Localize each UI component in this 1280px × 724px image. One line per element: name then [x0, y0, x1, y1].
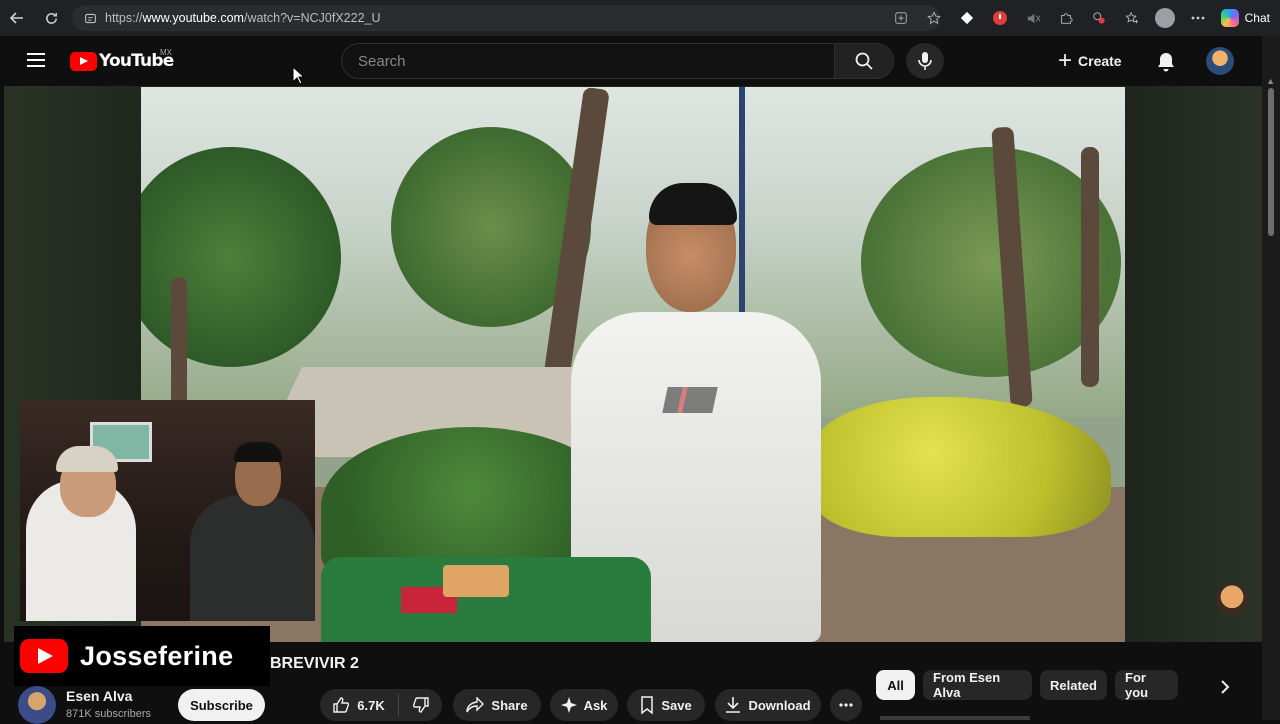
address-bar[interactable]: https://www.youtube.com/watch?v=NCJ0fX22… — [72, 5, 940, 31]
share-button[interactable]: Share — [453, 689, 541, 721]
like-button[interactable]: 6.7K — [332, 696, 385, 714]
app-available-icon[interactable] — [885, 0, 918, 36]
search-icon — [855, 52, 873, 70]
like-dislike-group: 6.7K — [320, 689, 442, 721]
video-person-hair — [649, 183, 737, 225]
like-count: 6.7K — [357, 697, 385, 713]
channel-name[interactable]: Esen Alva — [66, 688, 132, 704]
profile-icon[interactable] — [1149, 0, 1182, 36]
chip-all[interactable]: All — [876, 670, 915, 700]
plus-icon: + — [1058, 47, 1073, 74]
subscribe-button[interactable]: Subscribe — [178, 689, 265, 721]
search-button[interactable] — [834, 43, 894, 79]
url-prefix: https:// — [105, 11, 143, 25]
webcam-person-right-hair — [234, 442, 282, 462]
youtube-header: YouTube MX Search + Create — [0, 36, 1262, 86]
favorite-star-icon[interactable] — [918, 0, 951, 36]
refresh-button[interactable] — [34, 0, 68, 36]
subscriber-count: 871K subscribers — [66, 708, 151, 720]
webcam-overlay — [20, 400, 315, 621]
channel-avatar[interactable] — [18, 686, 56, 724]
copilot-chat-button[interactable]: Chat — [1215, 4, 1280, 32]
youtube-logo[interactable]: YouTube — [70, 51, 174, 71]
download-icon — [726, 697, 741, 713]
share-icon — [466, 697, 485, 713]
favorites-icon[interactable] — [1116, 0, 1149, 36]
country-code: MX — [160, 48, 172, 57]
browser-menu-icon[interactable] — [1182, 0, 1215, 36]
webcam-person-right — [190, 495, 315, 621]
video-title: BREVIVIR 2 — [270, 655, 359, 672]
chevron-right-icon[interactable] — [1210, 672, 1240, 702]
emoji-sticker-icon — [1216, 584, 1248, 616]
video-scene-trunk — [1081, 147, 1099, 387]
ask-label: Ask — [583, 697, 608, 713]
save-label: Save — [661, 697, 692, 713]
dislike-button[interactable] — [412, 696, 430, 714]
video-scene-pole — [739, 87, 745, 317]
thumbs-up-icon — [333, 697, 350, 713]
youtube-logo-icon — [20, 639, 68, 673]
mute-icon[interactable] — [1017, 0, 1050, 36]
sparkle-icon — [560, 697, 577, 713]
site-info-icon[interactable] — [84, 12, 97, 25]
bookmark-icon — [641, 696, 654, 714]
create-label: Create — [1078, 53, 1122, 69]
microphone-icon — [918, 52, 932, 70]
more-actions-button[interactable] — [830, 689, 862, 721]
download-label: Download — [748, 697, 811, 713]
extension-diamond-icon[interactable] — [951, 0, 984, 36]
share-label: Share — [491, 697, 528, 713]
voice-search-button[interactable] — [906, 43, 944, 79]
extension-shield-icon[interactable] — [984, 0, 1017, 36]
video-snack-box — [443, 565, 509, 597]
shirt-print — [662, 387, 718, 413]
back-arrow-icon — [9, 12, 23, 24]
url-path: /watch?v=NCJ0fX222_U — [243, 11, 381, 25]
ask-button[interactable]: Ask — [550, 689, 618, 721]
notifications-button[interactable] — [1152, 48, 1180, 76]
video-scene-hedge — [811, 397, 1111, 537]
chip-for-you[interactable]: For you — [1115, 670, 1178, 700]
extensions-puzzle-icon[interactable] — [1050, 0, 1083, 36]
url-host: www.youtube.com — [142, 11, 244, 25]
webcam-person-left-cap — [56, 446, 118, 472]
streamer-name: Josseferine — [80, 640, 234, 671]
scroll-thumb[interactable] — [1268, 88, 1274, 236]
account-avatar[interactable] — [1206, 47, 1234, 75]
create-button[interactable]: + Create — [1058, 47, 1122, 75]
scroll-up-icon[interactable]: ▲ — [1266, 76, 1275, 86]
like-divider — [397, 694, 399, 716]
save-button[interactable]: Save — [627, 689, 705, 721]
back-button[interactable] — [0, 0, 34, 36]
bell-icon — [1158, 53, 1174, 72]
search-placeholder: Search — [358, 52, 406, 70]
guide-menu-button[interactable] — [24, 49, 48, 73]
chip-related[interactable]: Related — [1040, 670, 1107, 700]
more-dots-icon — [839, 703, 853, 707]
recommended-thumbnail-edge[interactable] — [880, 716, 1030, 720]
mouse-cursor-icon — [292, 66, 306, 85]
refresh-icon — [45, 12, 57, 24]
youtube-play-icon — [70, 51, 97, 71]
search-input[interactable]: Search — [341, 43, 835, 79]
page-scrollbar[interactable]: ▲ — [1262, 36, 1280, 720]
download-button[interactable]: Download — [715, 689, 821, 721]
copilot-icon — [1220, 9, 1239, 27]
chip-from-channel[interactable]: From Esen Alva — [923, 670, 1032, 700]
extension-badge-icon[interactable] — [1083, 0, 1116, 36]
browser-extensions: Chat — [885, 0, 1280, 36]
streamer-watermark: Josseferine — [14, 626, 270, 686]
chat-label: Chat — [1244, 11, 1270, 25]
thumbs-down-icon — [412, 697, 429, 713]
